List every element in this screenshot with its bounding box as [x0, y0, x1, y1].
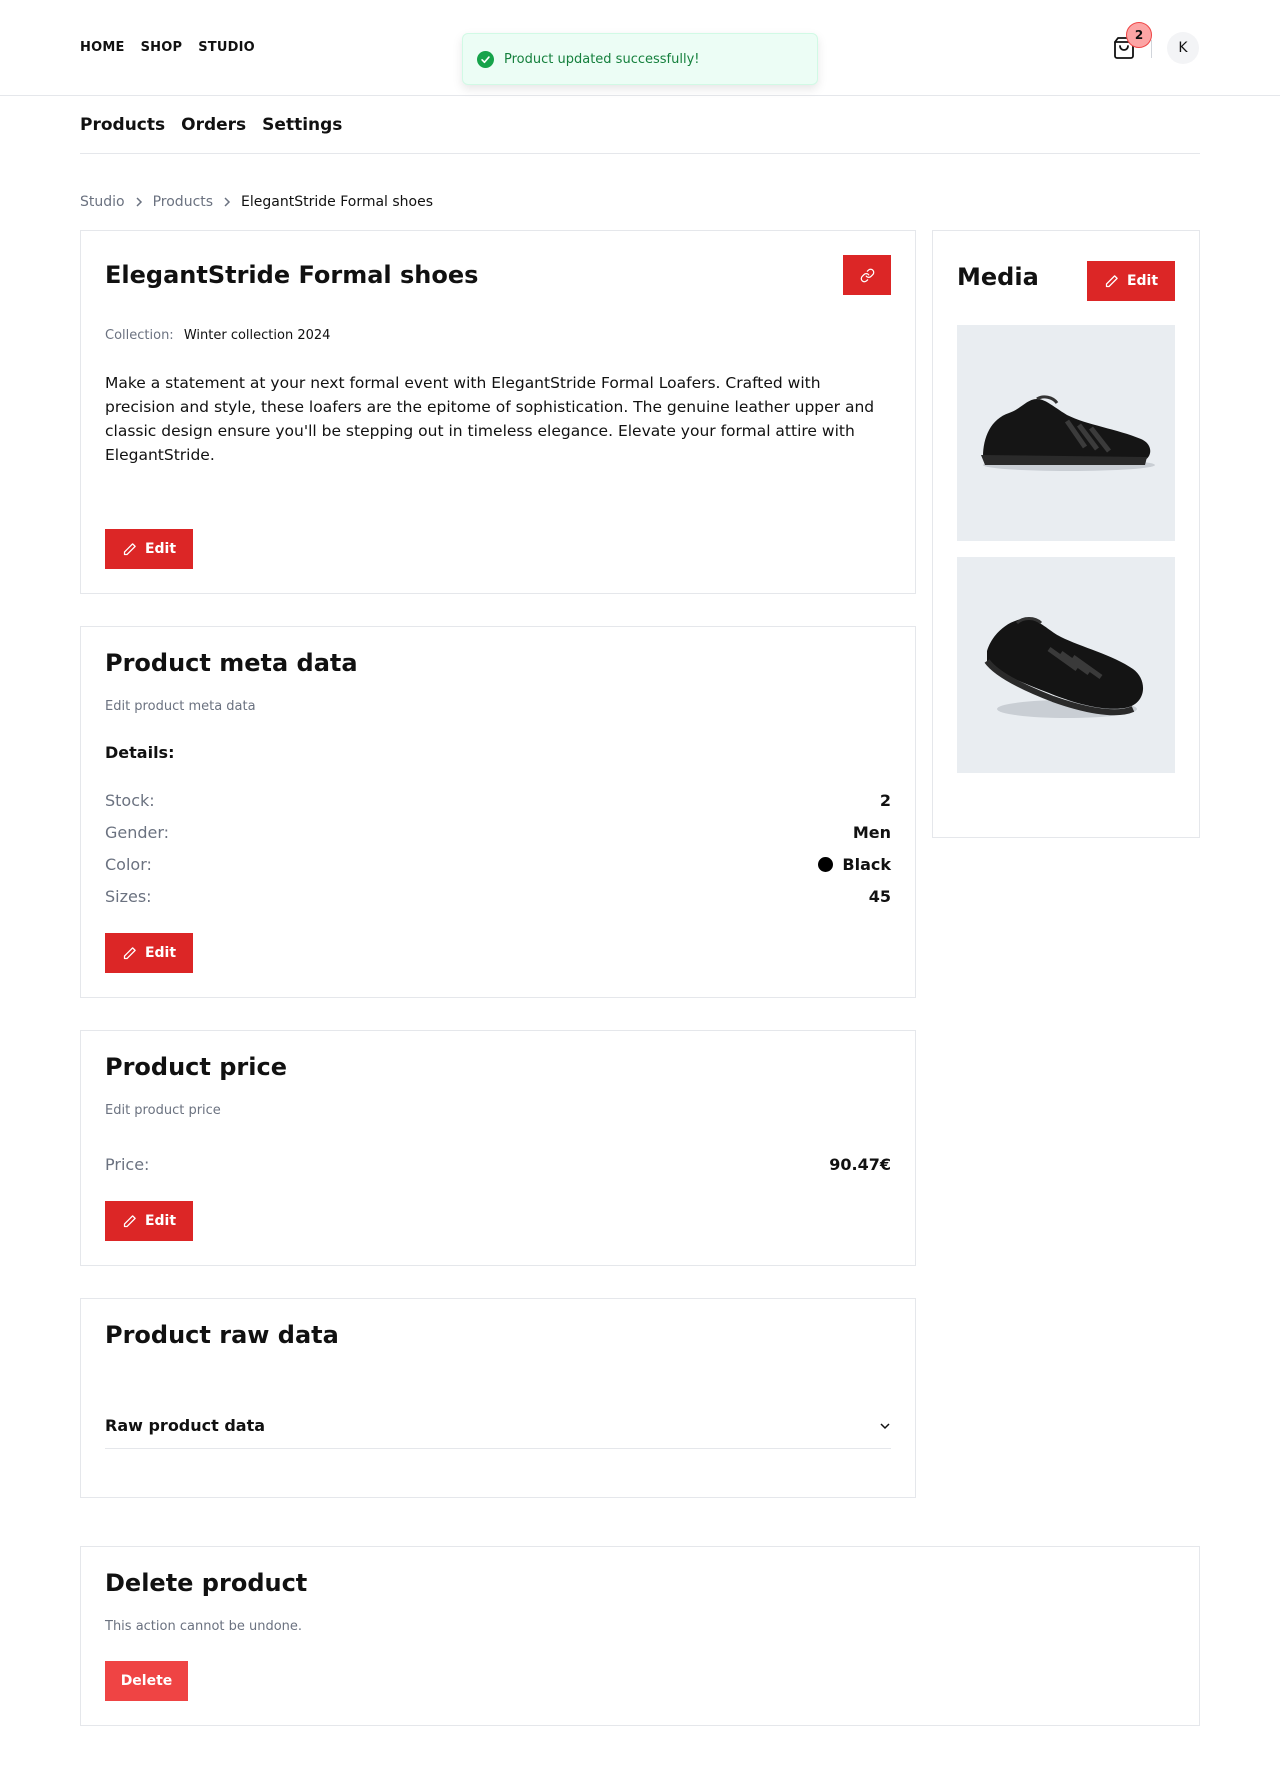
- collection-value: Winter collection 2024: [183, 328, 331, 343]
- media-image-angle[interactable]: [957, 557, 1175, 773]
- tab-settings[interactable]: Settings: [262, 115, 342, 135]
- shoe-image: [984, 617, 1144, 718]
- price-row: Price: 90.47€: [105, 1155, 891, 1174]
- pencil-icon: [123, 542, 136, 555]
- sizes-label: Sizes:: [105, 887, 152, 906]
- price-title: Product price: [105, 1053, 287, 1081]
- breadcrumb-studio[interactable]: Studio: [80, 194, 125, 210]
- link-icon: [860, 268, 874, 282]
- meta-subtitle: Edit product meta data: [105, 699, 256, 714]
- success-toast: Product updated successfully!: [462, 33, 818, 85]
- product-meta-card: Product meta data Edit product meta data…: [80, 626, 916, 998]
- user-avatar[interactable]: K: [1167, 32, 1199, 64]
- price-label: Price:: [105, 1155, 150, 1174]
- edit-meta-button[interactable]: Edit: [105, 933, 193, 973]
- nav-home-link[interactable]: HOME: [80, 40, 125, 55]
- main-nav: HOME SHOP STUDIO: [80, 40, 255, 55]
- tab-orders[interactable]: Orders: [181, 115, 246, 135]
- delete-subtitle: This action cannot be undone.: [105, 1619, 303, 1634]
- nav-studio-link[interactable]: STUDIO: [198, 40, 255, 55]
- breadcrumb: Studio Products ElegantStride Formal sho…: [80, 194, 433, 210]
- shoe-image: [981, 395, 1155, 471]
- color-value-wrap: Black: [818, 855, 891, 874]
- accordion-label: Raw product data: [105, 1416, 266, 1435]
- edit-label: Edit: [144, 541, 177, 557]
- delete-title: Delete product: [105, 1569, 308, 1597]
- price-value: 90.47€: [829, 1155, 891, 1174]
- edit-label: Edit: [1126, 273, 1159, 289]
- pencil-icon: [123, 1214, 136, 1227]
- edit-label: Edit: [144, 1213, 177, 1229]
- collection-line: Collection: Winter collection 2024: [105, 328, 330, 343]
- color-value: Black: [842, 855, 891, 874]
- product-title: ElegantStride Formal shoes: [105, 261, 479, 289]
- product-info-card: ElegantStride Formal shoes Collection: W…: [80, 230, 916, 594]
- product-description: Make a statement at your next formal eve…: [105, 374, 875, 464]
- nav-divider: [1151, 40, 1152, 58]
- chevron-right-icon: [136, 197, 142, 207]
- edit-label: Edit: [144, 945, 177, 961]
- stock-label: Stock:: [105, 791, 155, 810]
- delete-product-card: Delete product This action cannot be und…: [80, 1546, 1200, 1726]
- edit-media-button[interactable]: Edit: [1087, 261, 1175, 301]
- stock-row: Stock: 2: [105, 791, 891, 810]
- pencil-icon: [123, 946, 136, 959]
- gender-value: Men: [852, 823, 891, 842]
- toast-message: Product updated successfully!: [504, 51, 700, 67]
- check-circle-icon: [477, 50, 494, 68]
- pencil-icon: [1105, 274, 1118, 287]
- tab-products[interactable]: Products: [80, 115, 165, 135]
- copy-link-button[interactable]: [843, 255, 891, 295]
- collection-label: Collection:: [105, 328, 174, 343]
- stock-value: 2: [879, 791, 891, 810]
- raw-title: Product raw data: [105, 1321, 339, 1349]
- media-image-side[interactable]: [957, 325, 1175, 541]
- edit-price-button[interactable]: Edit: [105, 1201, 193, 1241]
- studio-tabs: Products Orders Settings: [80, 97, 1200, 154]
- chevron-right-icon: [224, 197, 231, 207]
- price-subtitle: Edit product price: [105, 1103, 221, 1118]
- breadcrumb-products[interactable]: Products: [153, 194, 213, 210]
- gender-label: Gender:: [105, 823, 170, 842]
- media-title: Media: [957, 263, 1039, 291]
- raw-data-accordion[interactable]: Raw product data: [105, 1403, 891, 1449]
- color-swatch: [818, 857, 834, 872]
- edit-product-button[interactable]: Edit: [105, 529, 193, 569]
- color-row: Color: Black: [105, 855, 891, 874]
- breadcrumb-current: ElegantStride Formal shoes: [241, 194, 434, 210]
- media-card: Media Edit: [932, 230, 1200, 838]
- nav-shop-link[interactable]: SHOP: [141, 40, 183, 55]
- delete-product-button[interactable]: Delete: [105, 1661, 188, 1701]
- meta-title: Product meta data: [105, 649, 358, 677]
- product-price-card: Product price Edit product price Price: …: [80, 1030, 916, 1266]
- cart-count-badge: 2: [1126, 22, 1152, 48]
- details-heading: Details:: [105, 743, 175, 762]
- product-raw-card: Product raw data Raw product data: [80, 1298, 916, 1498]
- sizes-value: 45: [868, 887, 891, 906]
- chevron-down-icon: [880, 1422, 890, 1429]
- sizes-row: Sizes: 45: [105, 887, 891, 906]
- gender-row: Gender: Men: [105, 823, 891, 842]
- color-label: Color:: [105, 855, 152, 874]
